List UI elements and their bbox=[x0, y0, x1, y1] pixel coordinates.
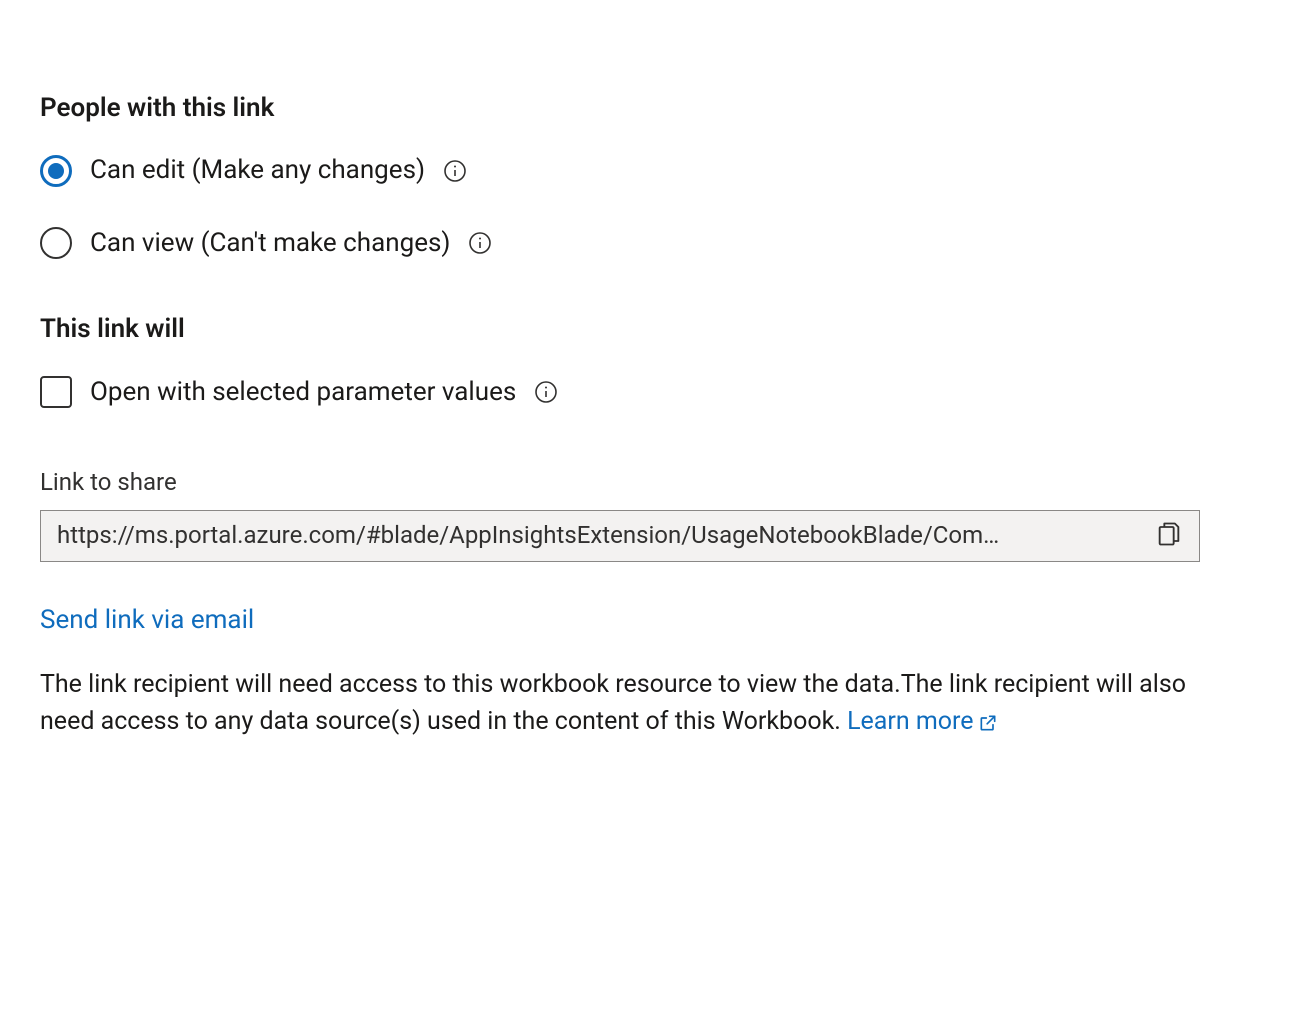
link-to-share-value[interactable]: https://ms.portal.azure.com/#blade/AppIn… bbox=[57, 519, 1139, 553]
info-icon[interactable] bbox=[443, 159, 467, 183]
disclaimer-text: The link recipient will need access to t… bbox=[40, 666, 1200, 741]
radio-can-edit[interactable]: Can edit (Make any changes) bbox=[40, 152, 1263, 188]
info-icon[interactable] bbox=[534, 380, 558, 404]
link-to-share-label: Link to share bbox=[40, 466, 1263, 500]
copy-link-button[interactable] bbox=[1151, 516, 1187, 555]
permissions-heading: People with this link bbox=[40, 90, 1263, 126]
permissions-radio-group: Can edit (Make any changes) Can view (Ca… bbox=[40, 152, 1263, 261]
checkbox-open-selected-params[interactable]: Open with selected parameter values bbox=[40, 374, 1263, 410]
disclaimer-body: The link recipient will need access to t… bbox=[40, 670, 1186, 737]
link-settings-heading: This link will bbox=[40, 311, 1263, 347]
external-link-icon bbox=[978, 713, 998, 733]
learn-more-link[interactable]: Learn more bbox=[847, 707, 997, 736]
radio-can-view[interactable]: Can view (Can't make changes) bbox=[40, 225, 1263, 261]
checkbox-open-selected-params-label: Open with selected parameter values bbox=[90, 374, 516, 410]
radio-can-view-label: Can view (Can't make changes) bbox=[90, 225, 450, 261]
radio-can-edit-label: Can edit (Make any changes) bbox=[90, 152, 425, 188]
checkbox-icon bbox=[40, 376, 72, 408]
link-to-share-field: https://ms.portal.azure.com/#blade/AppIn… bbox=[40, 510, 1200, 562]
send-link-via-email-link[interactable]: Send link via email bbox=[40, 602, 254, 638]
radio-icon bbox=[40, 227, 72, 259]
copy-icon bbox=[1155, 520, 1183, 551]
radio-icon bbox=[40, 155, 72, 187]
learn-more-label: Learn more bbox=[847, 707, 973, 736]
info-icon[interactable] bbox=[468, 231, 492, 255]
